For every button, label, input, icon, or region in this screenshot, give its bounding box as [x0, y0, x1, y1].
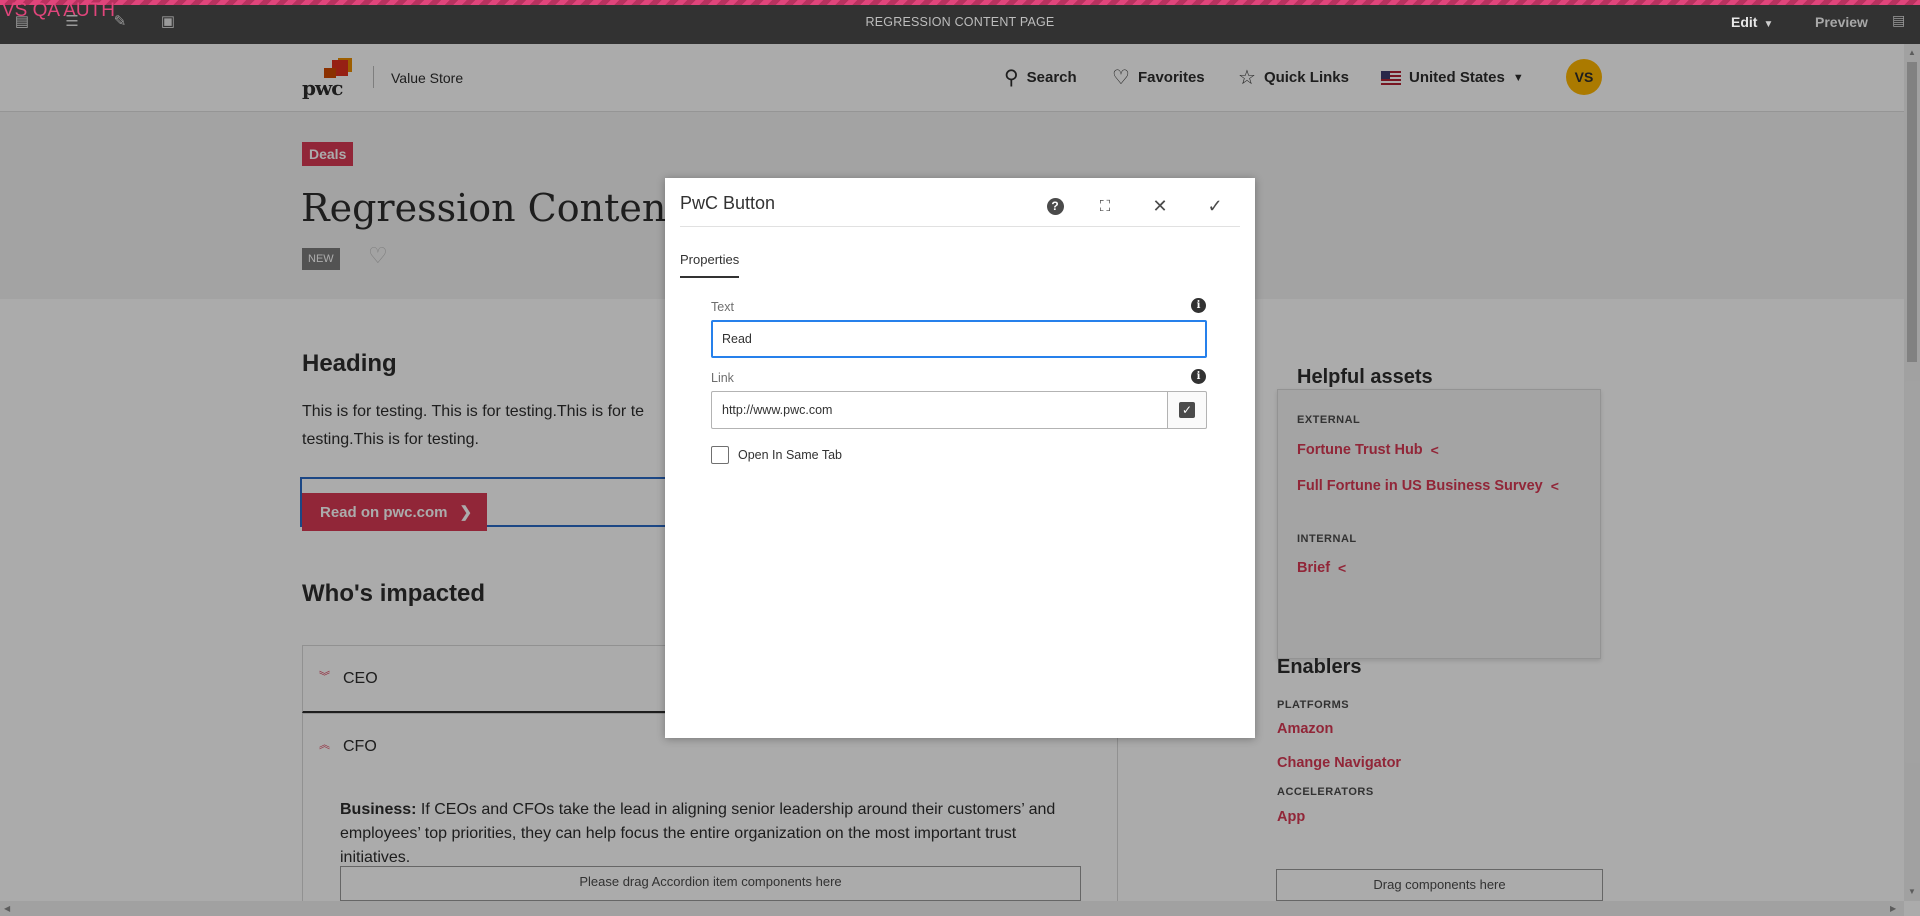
environment-stripe	[0, 0, 1920, 5]
done-button[interactable]: ✓	[1201, 192, 1229, 220]
open-same-tab-label[interactable]: Open In Same Tab	[738, 448, 842, 462]
info-icon[interactable]: i	[1191, 298, 1206, 313]
close-icon: ✕	[1152, 195, 1168, 216]
fullscreen-icon: ⛶	[1099, 197, 1111, 215]
tab-properties[interactable]: Properties	[680, 252, 740, 278]
dialog-header-divider	[680, 226, 1240, 227]
editor-toolbar: VS QA AUTH ▤ ☰ ✎ ▣ REGRESSION CONTENT PA…	[0, 0, 1920, 44]
side-panel-toggle-icon[interactable]: ▤	[1892, 12, 1910, 30]
chevron-down-icon: ▼	[1763, 19, 1774, 30]
dialog-title: PwC Button	[680, 193, 776, 213]
preview-button[interactable]: Preview	[1815, 14, 1868, 30]
link-picker-button[interactable]: ✓	[1168, 391, 1207, 429]
text-field-label: Text	[711, 300, 734, 314]
link-field[interactable]: http://www.pwc.com	[711, 391, 1168, 429]
fullscreen-button[interactable]: ⛶	[1091, 192, 1119, 220]
cancel-button[interactable]: ✕	[1146, 192, 1174, 220]
help-icon: ?	[1046, 197, 1064, 215]
link-field-label: Link	[711, 371, 734, 385]
pwc-button-dialog: PwC Button ? ⛶ ✕ ✓ Properties Text i Rea…	[665, 178, 1255, 738]
checkmark-icon: ✓	[1207, 195, 1223, 216]
page-title: REGRESSION CONTENT PAGE	[865, 15, 1055, 29]
edit-mode-dropdown[interactable]: Edit ▼	[1731, 14, 1773, 30]
edit-mode-label: Edit	[1731, 14, 1758, 30]
select-checkbox-icon: ✓	[1179, 402, 1195, 418]
info-icon[interactable]: i	[1191, 369, 1206, 384]
help-button[interactable]: ?	[1041, 192, 1069, 220]
open-same-tab-checkbox[interactable]	[711, 446, 729, 464]
text-field[interactable]: Read	[711, 320, 1207, 358]
